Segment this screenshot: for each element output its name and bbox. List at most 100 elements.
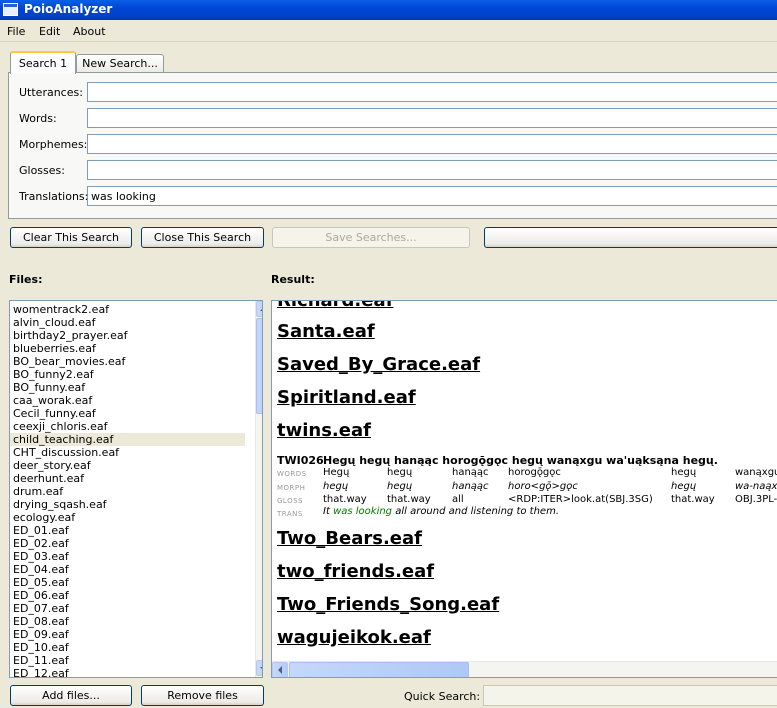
result-h-scrollbar[interactable] (272, 661, 777, 677)
translations-label: Translations: (19, 190, 89, 203)
tier-label-morph: MORPH (277, 484, 306, 492)
list-item[interactable]: ED_04.eaf (13, 563, 69, 576)
files-scrollbar[interactable] (255, 301, 262, 677)
list-item[interactable]: ED_06.eaf (13, 589, 69, 602)
list-item[interactable]: ceexji_chloris.eaf (13, 420, 108, 433)
save-searches-button[interactable]: Save Searches... (272, 227, 470, 248)
morph-cell: hanąąc (452, 481, 489, 492)
scroll-left-button[interactable] (272, 662, 288, 677)
tab-new-search[interactable]: New Search... (76, 54, 164, 72)
scroll-thumb[interactable] (256, 318, 262, 414)
chevron-up-icon (260, 307, 262, 311)
list-item[interactable]: ED_05.eaf (13, 576, 69, 589)
gloss-cell: <RDP:ITER>look.at(SBJ.3SG) (508, 494, 653, 505)
word-cell: hanąąc (452, 467, 489, 478)
list-item[interactable]: BO_funny.eaf (13, 381, 85, 394)
list-item[interactable]: Cecil_funny.eaf (13, 407, 96, 420)
result-file-link[interactable]: Two_Bears.eaf (277, 528, 422, 549)
list-item[interactable]: alvin_cloud.eaf (13, 316, 96, 329)
tab-search-1[interactable]: Search 1 (10, 51, 76, 74)
gloss-cell: that.way (671, 494, 715, 505)
files-label: Files: (9, 273, 43, 286)
list-item[interactable]: deer_story.eaf (13, 459, 91, 472)
menu-file[interactable]: File (7, 25, 25, 38)
list-item[interactable]: ED_02.eaf (13, 537, 69, 550)
title-bar[interactable]: PoioAnalyzer (0, 0, 777, 20)
scroll-down-button[interactable] (256, 660, 262, 676)
result-file-link[interactable]: Spiritland.eaf (277, 387, 416, 408)
list-item[interactable]: ED_09.eaf (13, 628, 69, 641)
utterance-text: Hegų hegų hanąąc horogǭgǫc hegų wanąxgu … (323, 454, 718, 467)
list-item[interactable]: drying_sqash.eaf (13, 498, 107, 511)
menu-about[interactable]: About (73, 25, 106, 38)
word-cell: wanąxgu (735, 467, 777, 478)
list-item[interactable]: drum.eaf (13, 485, 63, 498)
word-cell: hegų (671, 467, 697, 478)
translation-before: It (323, 506, 334, 517)
files-list[interactable]: womentrack2.eaf alvin_cloud.eaf birthday… (9, 300, 263, 678)
morph-cell: hegų (671, 481, 697, 492)
list-item[interactable]: deerhunt.eaf (13, 472, 84, 485)
morphemes-input[interactable] (87, 134, 777, 154)
list-item[interactable]: ED_08.eaf (13, 615, 69, 628)
morph-cell: wa-naąx (735, 481, 777, 492)
menu-edit[interactable]: Edit (39, 25, 60, 38)
quick-search-input[interactable] (483, 685, 777, 706)
list-item[interactable]: BO_bear_movies.eaf (13, 355, 125, 368)
glosses-label: Glosses: (19, 164, 65, 177)
list-item[interactable]: blueberries.eaf (13, 342, 96, 355)
translation-text: It was looking all around and listening … (323, 506, 559, 517)
list-item[interactable]: ED_01.eaf (13, 524, 69, 537)
window-title: PoioAnalyzer (24, 2, 113, 16)
translations-input[interactable] (87, 186, 777, 206)
result-file-link[interactable]: Two_Friends_Song.eaf (277, 594, 499, 615)
menu-bar: File Edit About (0, 20, 777, 42)
chevron-down-icon (260, 667, 262, 671)
list-item[interactable]: ED_12.eaf (13, 667, 69, 677)
word-cell: horogǭgǫc (508, 467, 561, 478)
tier-label-words: WORDS (277, 470, 307, 478)
list-item[interactable]: womentrack2.eaf (13, 303, 109, 316)
list-item[interactable]: birthday2_prayer.eaf (13, 329, 128, 342)
result-file-link[interactable]: Santa.eaf (277, 321, 375, 342)
close-search-button[interactable]: Close This Search (141, 227, 264, 248)
result-file-link[interactable]: two_friends.eaf (277, 561, 434, 582)
list-item[interactable]: ED_10.eaf (13, 641, 69, 654)
result-file-link[interactable]: twins.eaf (277, 420, 371, 441)
app-icon (3, 3, 18, 16)
scroll-thumb-horizontal[interactable] (289, 662, 469, 677)
word-cell: hegų (387, 467, 413, 478)
quick-search-label: Quick Search: (404, 690, 481, 703)
list-item[interactable]: CHT_discussion.eaf (13, 446, 119, 459)
add-files-button[interactable]: Add files... (10, 685, 132, 706)
gloss-cell: that.way (323, 494, 367, 505)
chevron-left-icon (278, 666, 282, 674)
scroll-up-button[interactable] (256, 301, 262, 317)
clear-search-button[interactable]: Clear This Search (10, 227, 132, 248)
gloss-cell: all (452, 494, 464, 505)
translation-after: all around and listening to them. (392, 506, 559, 517)
result-file-link[interactable]: Saved_By_Grace.eaf (277, 354, 480, 375)
words-input[interactable] (87, 108, 777, 128)
result-file-link[interactable]: Richard.eaf (277, 301, 393, 311)
morph-cell: hegų (323, 481, 349, 492)
result-panel[interactable]: Richard.eaf Santa.eaf Saved_By_Grace.eaf… (271, 300, 777, 678)
list-item[interactable]: ED_03.eaf (13, 550, 69, 563)
remove-files-button[interactable]: Remove files (141, 685, 264, 706)
result-file-link[interactable]: wagujeikok.eaf (277, 627, 431, 648)
list-item-selected[interactable]: child_teaching.eaf (10, 433, 245, 446)
list-item[interactable]: caa_worak.eaf (13, 394, 92, 407)
list-item[interactable]: ED_07.eaf (13, 602, 69, 615)
utterances-input[interactable] (87, 82, 777, 102)
list-item[interactable]: BO_funny2.eaf (13, 368, 94, 381)
glosses-input[interactable] (87, 160, 777, 180)
utterance-id: TWI026 (277, 454, 324, 467)
morph-cell: hegų (387, 481, 413, 492)
utterances-label: Utterances: (19, 86, 83, 99)
tier-label-trans: TRANS (277, 510, 303, 518)
gloss-cell: that.way (387, 494, 431, 505)
list-item[interactable]: ecology.eaf (13, 511, 75, 524)
extra-button[interactable] (484, 227, 777, 248)
list-item[interactable]: ED_11.eaf (13, 654, 69, 667)
result-label: Result: (271, 273, 315, 286)
